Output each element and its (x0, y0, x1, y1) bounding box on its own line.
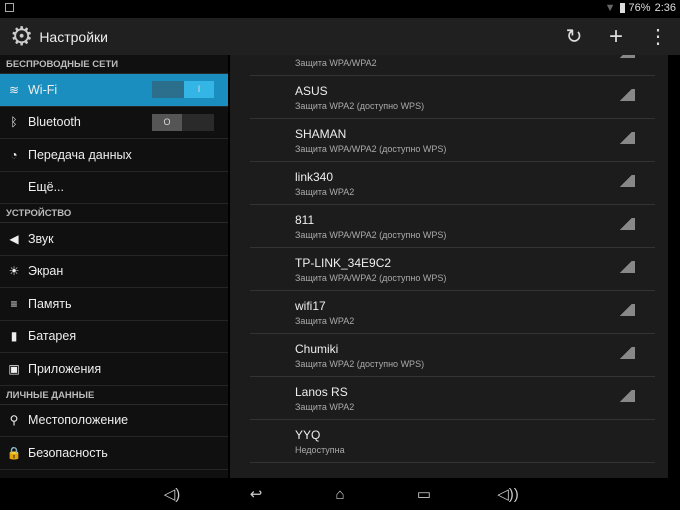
toggle-switch[interactable]: O (152, 113, 214, 131)
network-security: Защита WPA2 (295, 187, 355, 197)
wifi-icon: ≋ (8, 82, 20, 97)
sidebar-item[interactable]: Ещё... (0, 172, 228, 204)
network-name: link340 (295, 170, 334, 184)
wifi-network-item[interactable]: YYQ Недоступна (250, 420, 655, 463)
add-icon[interactable]: + (598, 18, 634, 55)
sidebar-item[interactable]: ◔ Передача данных (0, 139, 228, 172)
network-name: Chumiki (295, 342, 339, 356)
wps-icon[interactable]: ↻ (556, 18, 592, 55)
location-icon: ⚲ (9, 413, 19, 428)
network-security: Защита WPA/WPA2 (доступно WPS) (295, 230, 447, 240)
sidebar-item[interactable]: 🔒 Безопасность (0, 437, 228, 470)
network-name: ASUS (295, 84, 328, 98)
sidebar-item-label: Безопасность (28, 445, 108, 460)
lock-icon: 🔒 (6, 445, 22, 460)
network-name: Lanos RS (295, 385, 348, 399)
display-icon: ☀ (8, 264, 20, 279)
sidebar-item-label: Bluetooth (28, 115, 81, 130)
clock: 2:36 (654, 2, 676, 14)
network-security: Защита WPA/WPA2 (доступно WPS) (295, 273, 447, 283)
wifi-network-item[interactable]: Защита WPA/WPA2 (250, 55, 655, 76)
navigation-bar: ◁) ↩ ⌂ ▭ ◁)) (0, 478, 680, 510)
toggle-switch[interactable]: I (152, 81, 214, 99)
sidebar-item-label: Wi-Fi (28, 82, 58, 97)
wifi-network-item[interactable]: 811 Защита WPA/WPA2 (доступно WPS) (250, 205, 655, 248)
wifi-icon: ▼ (604, 2, 616, 14)
network-name: TP-LINK_34E9C2 (295, 256, 392, 270)
volume-up-icon[interactable]: ◁)) (490, 485, 526, 503)
sound-icon: ◀ (9, 231, 19, 246)
recent-apps-icon[interactable]: ▭ (406, 485, 442, 503)
sidebar-item[interactable]: ⚲ Местоположение (0, 405, 228, 437)
sidebar-item-label: Экран (28, 264, 64, 279)
network-security: Защита WPA2 (доступно WPS) (295, 101, 425, 111)
sidebar-item[interactable]: ≋ Wi-Fi I (0, 74, 228, 107)
image-icon (5, 3, 14, 12)
sidebar-item[interactable]: ☀ Экран (0, 256, 228, 288)
storage-icon: ≡ (10, 296, 18, 311)
network-name: 811 (295, 213, 315, 227)
wifi-lock-icon (619, 218, 635, 230)
wifi-lock-icon (619, 390, 635, 402)
network-security: Защита WPA/WPA2 (295, 58, 377, 68)
wifi-lock-icon (619, 304, 635, 316)
wifi-lock-icon (619, 132, 635, 144)
settings-sidebar: БЕСПРОВОДНЫЕ СЕТИ ≋ Wi-Fi I ᛒ Bluetooth O ◔ Пере… (0, 55, 228, 478)
sidebar-item-label: Приложения (28, 361, 102, 376)
sidebar-item[interactable]: ◀ Звук (0, 223, 228, 256)
sidebar-item[interactable]: ▮ Батарея (0, 321, 228, 353)
battery-icon (619, 3, 625, 13)
wifi-lock-icon (619, 55, 635, 58)
battery-level: 76% (628, 2, 651, 14)
data-usage-icon: ◔ (10, 147, 18, 162)
back-icon[interactable]: ↩ (238, 485, 274, 503)
sidebar-item-label: Передача данных (28, 147, 132, 162)
network-security: Защита WPA/WPA2 (доступно WPS) (295, 144, 447, 154)
wifi-lock-icon (619, 261, 635, 273)
section-header: УСТРОЙСТВО (0, 204, 228, 223)
sidebar-item-label: Местоположение (28, 413, 129, 428)
apps-icon: ▣ (8, 361, 20, 376)
sidebar-item-label: Память (28, 296, 72, 311)
wifi-lock-icon (619, 89, 635, 101)
network-security: Недоступна (295, 445, 345, 455)
wifi-network-item[interactable]: Chumiki Защита WPA2 (доступно WPS) (250, 334, 655, 377)
sidebar-item-label: Звук (28, 231, 54, 246)
network-name: YYQ (295, 428, 321, 442)
sidebar-item[interactable]: ᛒ Bluetooth O (0, 107, 228, 139)
settings-gear-icon[interactable]: ⚙ (10, 21, 33, 52)
wifi-network-item[interactable]: ASUS Защита WPA2 (доступно WPS) (250, 76, 655, 119)
toggle-state: O (152, 113, 182, 131)
network-security: Защита WPA2 (295, 402, 355, 412)
volume-down-icon[interactable]: ◁) (154, 485, 190, 503)
wifi-network-item[interactable]: SHAMAN Защита WPA/WPA2 (доступно WPS) (250, 119, 655, 162)
sidebar-item-label: Батарея (28, 329, 77, 344)
wifi-lock-icon (619, 175, 635, 187)
sidebar-item[interactable]: ≡ Память (0, 288, 228, 321)
bluetooth-icon: ᛒ (10, 115, 18, 130)
network-name: SHAMAN (295, 127, 347, 141)
toggle-state: I (184, 81, 214, 99)
section-header: ЛИЧНЫЕ ДАННЫЕ (0, 386, 228, 405)
section-header: БЕСПРОВОДНЫЕ СЕТИ (0, 55, 228, 74)
page-title: Настройки (39, 28, 108, 45)
wifi-network-item[interactable]: TP-LINK_34E9C2 Защита WPA/WPA2 (доступно … (250, 248, 655, 291)
wifi-network-item[interactable]: link340 Защита WPA2 (250, 162, 655, 205)
wifi-network-list: Защита WPA/WPA2 ASUS Защита WPA2 (доступно… (230, 55, 668, 478)
wifi-network-item[interactable]: Lanos RS Защита WPA2 (250, 377, 655, 420)
network-name: wifi17 (295, 299, 326, 313)
status-bar: ▼ 76% 2:36 (0, 0, 680, 18)
wifi-network-item[interactable]: wifi17 Защита WPA2 (250, 291, 655, 334)
sidebar-item[interactable]: ▣ Приложения (0, 353, 228, 386)
network-security: Защита WPA2 (295, 316, 355, 326)
wifi-lock-icon (619, 347, 635, 359)
overflow-menu-icon[interactable]: ⋮ (640, 18, 676, 55)
network-security: Защита WPA2 (доступно WPS) (295, 359, 425, 369)
home-icon[interactable]: ⌂ (322, 486, 358, 503)
battery-icon: ▮ (10, 329, 18, 344)
sidebar-item-label: Ещё... (28, 180, 64, 195)
